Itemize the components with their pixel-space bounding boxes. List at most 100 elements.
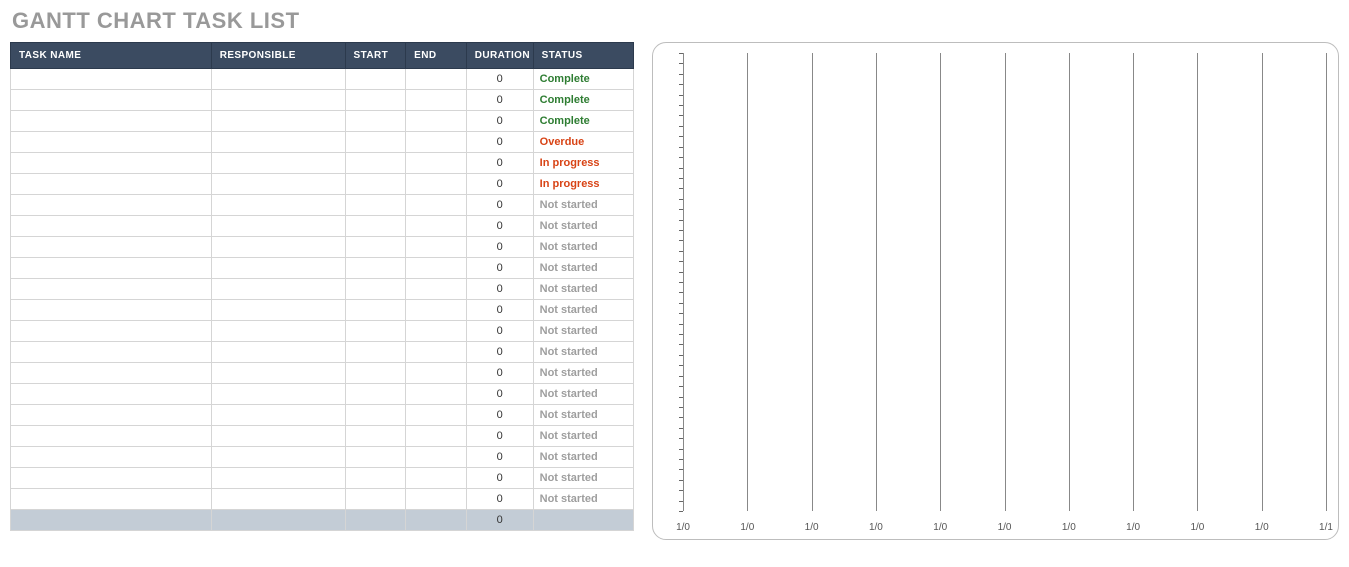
start-cell[interactable] (345, 279, 406, 300)
status-cell[interactable]: Not started (533, 405, 633, 426)
status-cell[interactable]: Not started (533, 258, 633, 279)
start-cell[interactable] (345, 132, 406, 153)
end-cell[interactable] (406, 132, 467, 153)
task-name-cell[interactable] (11, 216, 212, 237)
start-cell[interactable] (345, 342, 406, 363)
task-name-cell[interactable] (11, 405, 212, 426)
end-cell[interactable] (406, 489, 467, 510)
start-cell[interactable] (345, 321, 406, 342)
responsible-cell[interactable] (211, 384, 345, 405)
end-cell[interactable] (406, 468, 467, 489)
status-cell[interactable]: Overdue (533, 132, 633, 153)
responsible-cell[interactable] (211, 90, 345, 111)
end-cell[interactable] (406, 321, 467, 342)
task-name-cell[interactable] (11, 363, 212, 384)
task-name-cell[interactable] (11, 384, 212, 405)
end-cell[interactable] (406, 237, 467, 258)
start-cell[interactable] (345, 69, 406, 90)
task-name-cell[interactable] (11, 132, 212, 153)
task-name-cell[interactable] (11, 321, 212, 342)
status-cell[interactable]: Not started (533, 237, 633, 258)
status-cell[interactable]: Not started (533, 342, 633, 363)
start-cell[interactable] (345, 90, 406, 111)
end-cell[interactable] (406, 342, 467, 363)
start-cell[interactable] (345, 363, 406, 384)
status-cell[interactable]: Complete (533, 111, 633, 132)
status-cell[interactable]: Not started (533, 300, 633, 321)
status-cell[interactable]: Not started (533, 489, 633, 510)
status-cell[interactable]: In progress (533, 153, 633, 174)
responsible-cell[interactable] (211, 258, 345, 279)
end-cell[interactable] (406, 216, 467, 237)
end-cell[interactable] (406, 384, 467, 405)
status-cell[interactable]: Not started (533, 321, 633, 342)
end-cell[interactable] (406, 405, 467, 426)
end-cell[interactable] (406, 69, 467, 90)
status-cell[interactable]: Not started (533, 216, 633, 237)
start-cell[interactable] (345, 174, 406, 195)
end-cell[interactable] (406, 426, 467, 447)
task-name-cell[interactable] (11, 258, 212, 279)
end-cell[interactable] (406, 174, 467, 195)
start-cell[interactable] (345, 300, 406, 321)
responsible-cell[interactable] (211, 153, 345, 174)
responsible-cell[interactable] (211, 321, 345, 342)
start-cell[interactable] (345, 489, 406, 510)
end-cell[interactable] (406, 279, 467, 300)
responsible-cell[interactable] (211, 237, 345, 258)
status-cell[interactable]: Complete (533, 90, 633, 111)
end-cell[interactable] (406, 111, 467, 132)
status-cell[interactable]: Not started (533, 426, 633, 447)
status-cell[interactable]: Not started (533, 195, 633, 216)
task-name-cell[interactable] (11, 90, 212, 111)
responsible-cell[interactable] (211, 195, 345, 216)
task-name-cell[interactable] (11, 195, 212, 216)
status-cell[interactable]: Not started (533, 468, 633, 489)
end-cell[interactable] (406, 90, 467, 111)
responsible-cell[interactable] (211, 426, 345, 447)
end-cell[interactable] (406, 153, 467, 174)
start-cell[interactable] (345, 384, 406, 405)
task-name-cell[interactable] (11, 426, 212, 447)
responsible-cell[interactable] (211, 363, 345, 384)
status-cell[interactable]: Not started (533, 447, 633, 468)
start-cell[interactable] (345, 216, 406, 237)
start-cell[interactable] (345, 405, 406, 426)
task-name-cell[interactable] (11, 111, 212, 132)
responsible-cell[interactable] (211, 111, 345, 132)
end-cell[interactable] (406, 195, 467, 216)
status-cell[interactable]: Not started (533, 363, 633, 384)
start-cell[interactable] (345, 111, 406, 132)
responsible-cell[interactable] (211, 279, 345, 300)
start-cell[interactable] (345, 195, 406, 216)
responsible-cell[interactable] (211, 216, 345, 237)
responsible-cell[interactable] (211, 132, 345, 153)
end-cell[interactable] (406, 258, 467, 279)
task-name-cell[interactable] (11, 300, 212, 321)
end-cell[interactable] (406, 300, 467, 321)
responsible-cell[interactable] (211, 489, 345, 510)
start-cell[interactable] (345, 426, 406, 447)
responsible-cell[interactable] (211, 300, 345, 321)
task-name-cell[interactable] (11, 174, 212, 195)
status-cell[interactable]: Not started (533, 384, 633, 405)
task-name-cell[interactable] (11, 69, 212, 90)
task-name-cell[interactable] (11, 468, 212, 489)
status-cell[interactable]: Complete (533, 69, 633, 90)
start-cell[interactable] (345, 237, 406, 258)
task-name-cell[interactable] (11, 489, 212, 510)
task-name-cell[interactable] (11, 447, 212, 468)
responsible-cell[interactable] (211, 342, 345, 363)
start-cell[interactable] (345, 468, 406, 489)
start-cell[interactable] (345, 447, 406, 468)
end-cell[interactable] (406, 447, 467, 468)
responsible-cell[interactable] (211, 468, 345, 489)
status-cell[interactable]: In progress (533, 174, 633, 195)
start-cell[interactable] (345, 258, 406, 279)
task-name-cell[interactable] (11, 237, 212, 258)
start-cell[interactable] (345, 153, 406, 174)
task-name-cell[interactable] (11, 153, 212, 174)
task-name-cell[interactable] (11, 279, 212, 300)
responsible-cell[interactable] (211, 174, 345, 195)
responsible-cell[interactable] (211, 405, 345, 426)
